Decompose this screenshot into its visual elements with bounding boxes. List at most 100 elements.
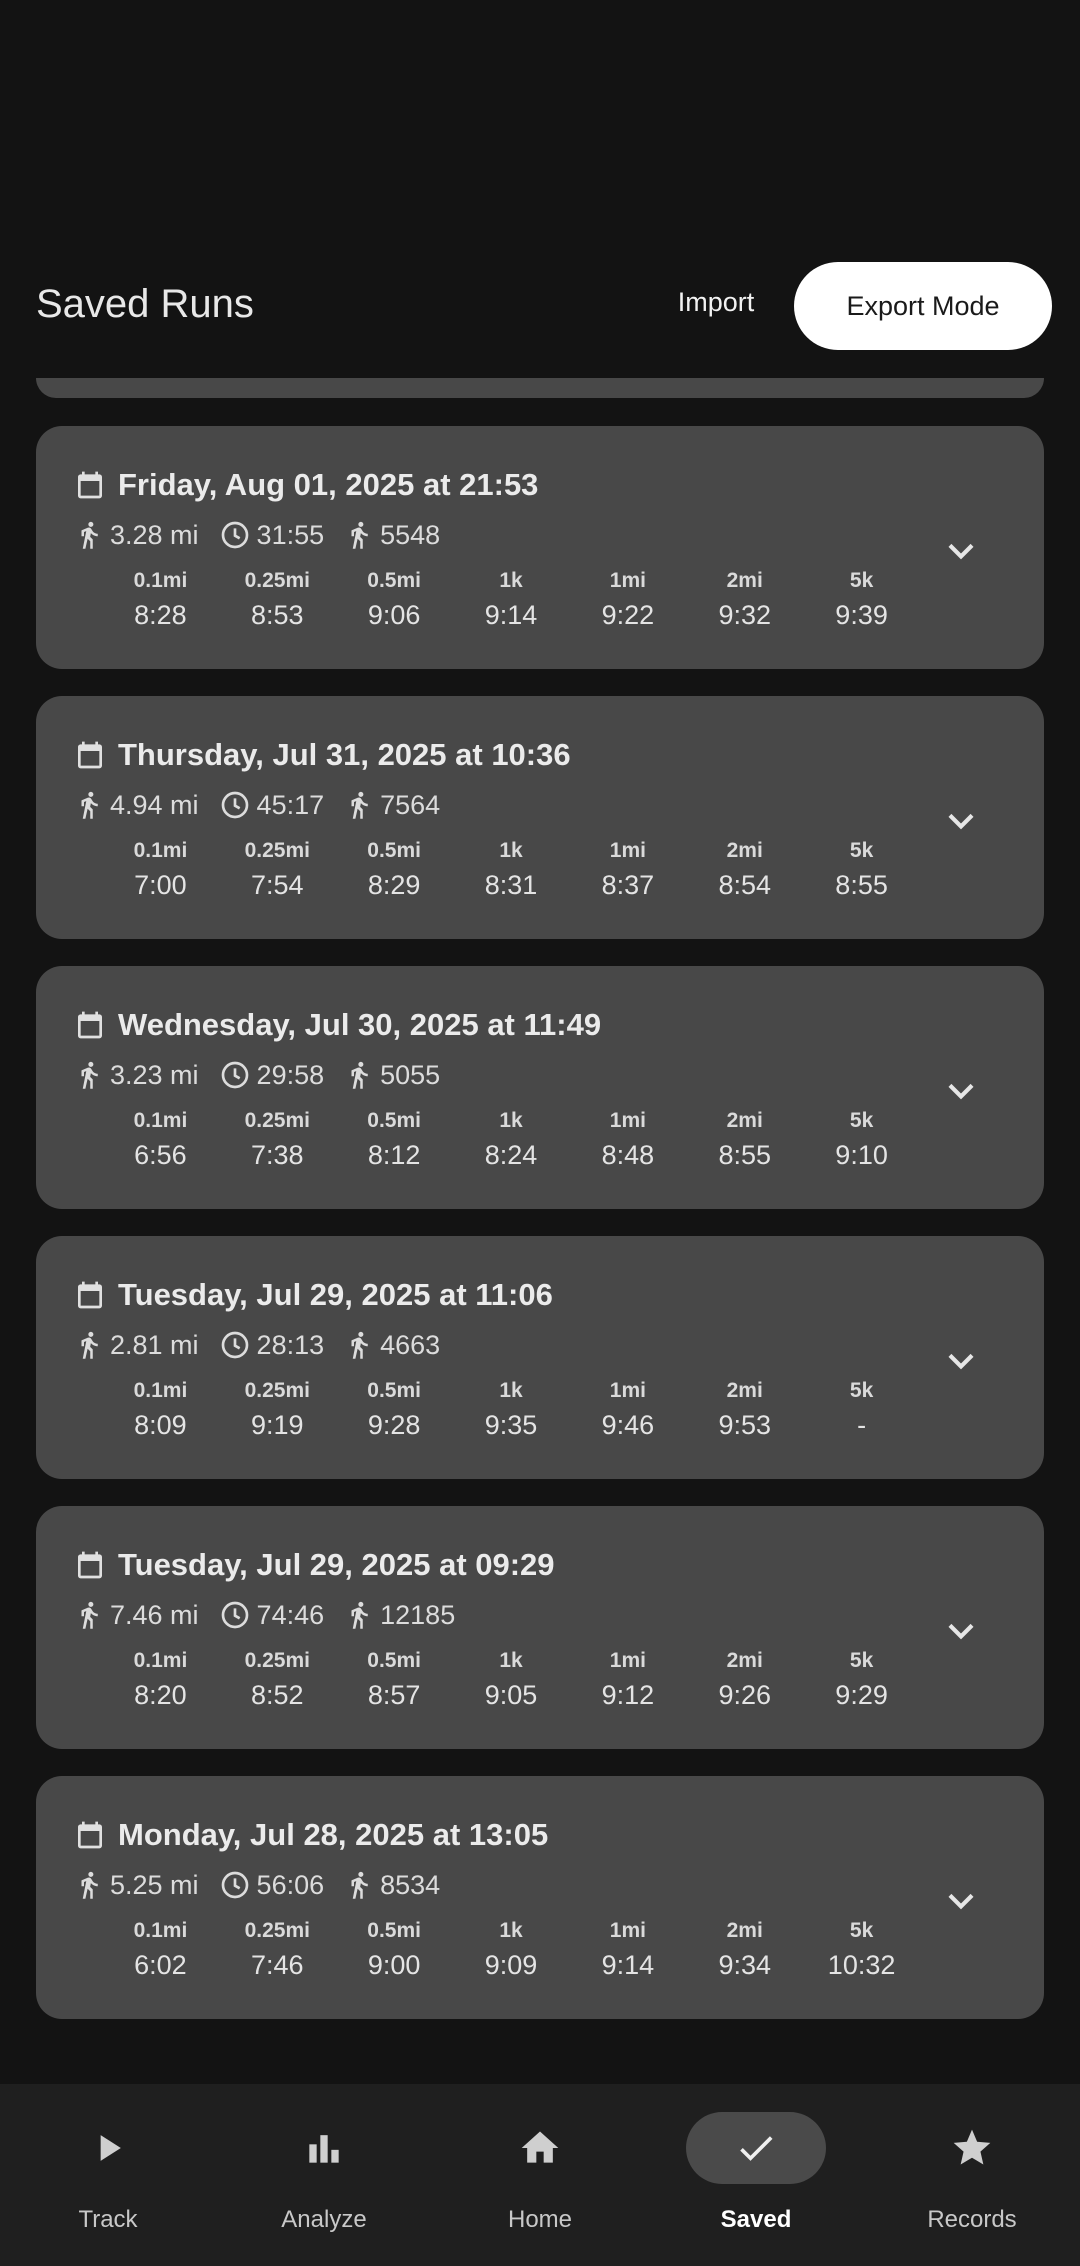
steps-stat: 12185 (344, 1598, 455, 1632)
split-label: 5k (849, 1379, 874, 1402)
walking-icon (351, 1601, 368, 1629)
run-card[interactable]: Monday, Jul 28, 2025 at 13:05 5.25 mi 56:0… (36, 1776, 1044, 2019)
partially-visible-run-card[interactable] (36, 378, 1044, 398)
nav-item-saved[interactable]: Saved (648, 2084, 864, 2266)
split-value: 9:10 (835, 1140, 888, 1170)
split-1: 0.25mi 8:53 (219, 566, 336, 634)
split-1: 0.25mi 7:54 (219, 836, 336, 904)
distance-stat: 3.28 mi (74, 518, 199, 552)
run-card[interactable]: Tuesday, Jul 29, 2025 at 11:06 2.81 mi 28:… (36, 1236, 1044, 1479)
split-value: 9:09 (484, 1950, 538, 1980)
split-value: 9:35 (484, 1410, 538, 1440)
chevron-down-icon[interactable] (936, 1336, 986, 1386)
nav-item-analyze[interactable]: Analyze (216, 2084, 432, 2266)
split-5: 2mi 9:32 (686, 566, 803, 634)
distance-stat: 5.25 mi (74, 1868, 199, 1902)
split-times: 0.1mi 6:56 0.25mi 7:38 0.5mi 8:12 1k 8:24 1mi 8:4… (102, 1106, 920, 1174)
split-3: 1k 9:05 (453, 1646, 570, 1714)
split-6: 5k 9:29 (803, 1646, 920, 1714)
split-label: 0.1mi (133, 839, 188, 862)
duration-stat: 31:55 (219, 519, 324, 551)
nav-item-records[interactable]: Records (864, 2084, 1080, 2266)
running-icon (81, 521, 98, 549)
run-card[interactable]: Thursday, Jul 31, 2025 at 10:36 4.94 mi 45… (36, 696, 1044, 939)
calendar-icon (78, 1551, 102, 1579)
split-1: 0.25mi 7:38 (219, 1106, 336, 1174)
split-value: 8:52 (251, 1680, 304, 1710)
chevron-down-icon[interactable] (936, 1066, 986, 1116)
split-label: 0.5mi (367, 1109, 421, 1132)
nav-label: Track (78, 2206, 138, 2233)
split-label: 5k (849, 1109, 874, 1132)
run-card[interactable]: Wednesday, Jul 30, 2025 at 11:49 3.23 mi 2… (36, 966, 1044, 1209)
split-value: 8:24 (484, 1140, 538, 1170)
split-label: 0.25mi (244, 839, 310, 862)
distance-value: 2.81 mi (110, 1329, 199, 1360)
split-times: 0.1mi 8:20 0.25mi 8:52 0.5mi 8:57 1k 9:05 1mi 9:1… (102, 1646, 920, 1714)
run-stats: 2.81 mi 28:13 4663 (74, 1326, 460, 1364)
duration-stat: 29:58 (219, 1059, 324, 1091)
split-0: 0.1mi 6:56 (102, 1106, 219, 1174)
split-4: 1mi 9:14 (569, 1916, 686, 1984)
export-mode-button[interactable]: Export Mode (794, 262, 1052, 350)
split-label: 0.25mi (244, 569, 310, 592)
split-label: 1mi (609, 569, 646, 592)
split-value: 9:53 (718, 1410, 771, 1440)
split-value: 8:09 (134, 1410, 187, 1440)
split-6: 5k 9:10 (803, 1106, 920, 1174)
split-value: 9:34 (718, 1950, 771, 1980)
chevron-down-icon[interactable] (936, 796, 986, 846)
split-value: 9:05 (484, 1680, 538, 1710)
split-label: 1mi (609, 1919, 646, 1942)
import-button[interactable]: Import (650, 270, 782, 334)
split-value: 8:57 (367, 1680, 421, 1710)
run-date: Tuesday, Jul 29, 2025 at 09:29 (118, 1547, 555, 1582)
split-3: 1k 9:09 (453, 1916, 570, 1984)
split-4: 1mi 9:22 (569, 566, 686, 634)
split-2: 0.5mi 8:12 (336, 1106, 453, 1174)
split-times: 0.1mi 6:02 0.25mi 7:46 0.5mi 9:00 1k 9:09 1mi 9:1… (102, 1916, 920, 1984)
check-icon (740, 2136, 773, 2161)
clock-icon (221, 1601, 248, 1629)
split-4: 1mi 8:48 (569, 1106, 686, 1174)
nav-item-home[interactable]: Home (432, 2084, 648, 2266)
split-label: 2mi (726, 1379, 763, 1402)
duration-value: 45:17 (256, 789, 325, 820)
split-value: 8:12 (367, 1140, 421, 1170)
run-title: Tuesday, Jul 29, 2025 at 09:29 (74, 1544, 555, 1586)
chevron-down-icon[interactable] (936, 526, 986, 576)
steps-value: 5055 (380, 1059, 441, 1090)
split-3: 1k 9:14 (453, 566, 570, 634)
chevron-down-icon[interactable] (936, 1876, 986, 1926)
clock-icon (221, 1331, 248, 1359)
split-label: 1mi (609, 1649, 646, 1672)
split-label: 1k (499, 1109, 523, 1132)
split-label: 1k (499, 839, 523, 862)
split-times: 0.1mi 7:00 0.25mi 7:54 0.5mi 8:29 1k 8:31 1mi 8:3… (102, 836, 920, 904)
split-value: 8:28 (134, 600, 187, 630)
split-label: 2mi (726, 1649, 763, 1672)
split-label: 0.1mi (133, 569, 188, 592)
split-6: 5k - (803, 1376, 920, 1444)
steps-value: 5548 (380, 519, 441, 550)
split-value: 8:29 (367, 870, 421, 900)
clock-icon (221, 1871, 248, 1899)
run-card[interactable]: Friday, Aug 01, 2025 at 21:53 3.28 mi 31:5… (36, 426, 1044, 669)
split-2: 0.5mi 9:00 (336, 1916, 453, 1984)
split-label: 0.1mi (133, 1649, 188, 1672)
run-list: Friday, Aug 01, 2025 at 21:53 3.28 mi 31:5… (36, 426, 1044, 2046)
split-label: 2mi (726, 1109, 763, 1132)
split-label: 5k (849, 839, 874, 862)
split-3: 1k 9:35 (453, 1376, 570, 1444)
distance-value: 5.25 mi (110, 1869, 199, 1900)
run-card[interactable]: Tuesday, Jul 29, 2025 at 09:29 7.46 mi 74:… (36, 1506, 1044, 1749)
split-value: 9:00 (367, 1950, 421, 1980)
running-icon (81, 1601, 98, 1629)
chevron-down-icon[interactable] (936, 1606, 986, 1656)
split-label: 0.5mi (367, 1379, 421, 1402)
nav-label: Home (507, 2206, 573, 2233)
distance-stat: 4.94 mi (74, 788, 199, 822)
play-icon (100, 2135, 121, 2161)
split-3: 1k 8:31 (453, 836, 570, 904)
nav-item-track[interactable]: Track (0, 2084, 216, 2266)
